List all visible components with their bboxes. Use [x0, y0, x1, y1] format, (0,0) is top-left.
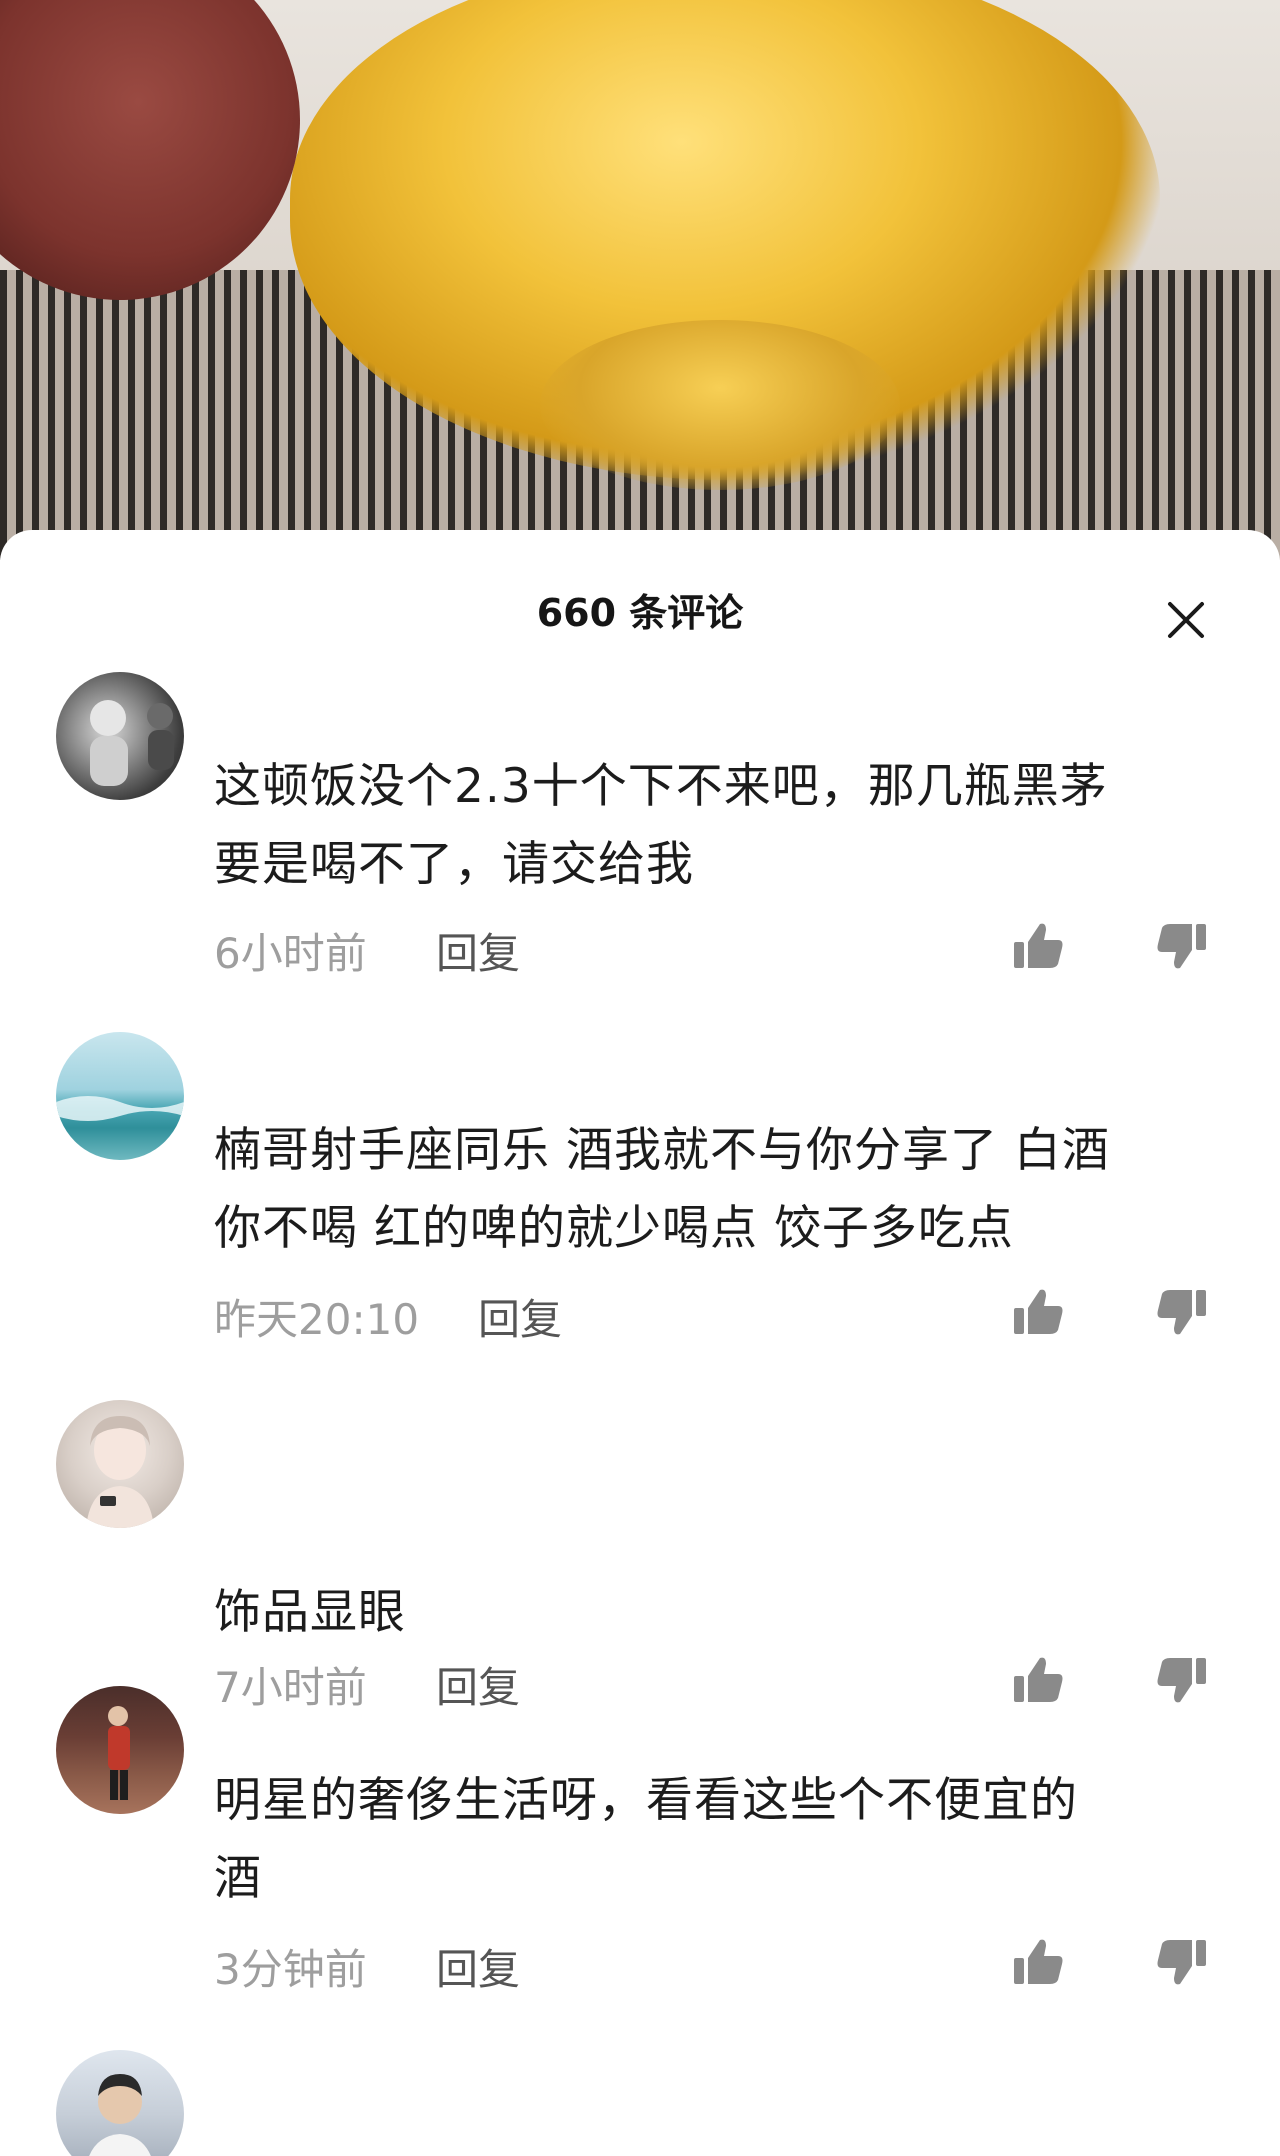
like-button[interactable]: [1010, 1284, 1066, 1340]
reply-button[interactable]: 回复: [436, 920, 520, 981]
comment-time: 6小时前: [214, 929, 367, 978]
reply-button[interactable]: 回复: [436, 1654, 520, 1715]
comment-text: 饰品显眼: [214, 1585, 406, 1640]
video-player[interactable]: [0, 0, 1280, 560]
like-button[interactable]: [1010, 1934, 1066, 1990]
dislike-button[interactable]: [1154, 918, 1210, 974]
thumbs-down-icon: [1157, 1290, 1206, 1335]
avatar-portrait-icon: [86, 1416, 154, 1528]
thumbs-up-icon: [1014, 923, 1063, 968]
comment-text: 楠哥射手座同乐 酒我就不与你分享了 白酒 你不喝 红的啤的就少喝点 饺子多吃点: [214, 1123, 1110, 1256]
close-icon: [1168, 602, 1204, 638]
comments-sheet: 660 条评论 这顿饭没个2.3十个下不来吧，那几瓶黑茅 要是喝不了，请交给我 …: [0, 530, 1280, 2156]
like-button[interactable]: [1010, 918, 1066, 974]
avatar[interactable]: [56, 2050, 184, 2156]
reply-button[interactable]: 回复: [478, 1286, 562, 1347]
avatar-sea-icon: [56, 1096, 184, 1121]
avatar-figure-icon: [90, 700, 174, 786]
comment-text: 明星的奢侈生活呀，看看这些个不便宜的 酒: [214, 1773, 1078, 1906]
comments-header: 660 条评论: [0, 530, 1280, 650]
avatar[interactable]: [56, 1032, 184, 1160]
comment-text: 这顿饭没个2.3十个下不来吧，那几瓶黑茅 要是喝不了，请交给我: [214, 759, 1108, 892]
avatar[interactable]: [56, 1400, 184, 1528]
thumbs-up-icon: [1014, 1939, 1063, 1984]
avatar-man-icon: [89, 2074, 151, 2156]
reply-button[interactable]: 回复: [436, 1936, 520, 1997]
thumbs-down-icon: [1157, 1940, 1206, 1985]
comments-count-title: 660 条评论: [536, 591, 744, 635]
thumbs-up-icon: [1014, 1657, 1063, 1702]
avatar[interactable]: [56, 672, 184, 800]
dislike-button[interactable]: [1154, 1652, 1210, 1708]
avatar-person-icon: [108, 1706, 130, 1800]
comment-time: 7小时前: [214, 1663, 367, 1712]
comment-time: 3分钟前: [214, 1945, 367, 1994]
close-button[interactable]: [1156, 590, 1216, 650]
thumbs-down-icon: [1157, 924, 1206, 969]
video-chandelier-lower: [540, 320, 900, 490]
dislike-button[interactable]: [1154, 1284, 1210, 1340]
like-button[interactable]: [1010, 1652, 1066, 1708]
thumbs-up-icon: [1014, 1289, 1063, 1334]
app-screen: 660 条评论 这顿饭没个2.3十个下不来吧，那几瓶黑茅 要是喝不了，请交给我 …: [0, 0, 1280, 2156]
comment-time: 昨天20:10: [214, 1295, 420, 1344]
dislike-button[interactable]: [1154, 1934, 1210, 1990]
thumbs-down-icon: [1157, 1658, 1206, 1703]
avatar[interactable]: [56, 1686, 184, 1814]
